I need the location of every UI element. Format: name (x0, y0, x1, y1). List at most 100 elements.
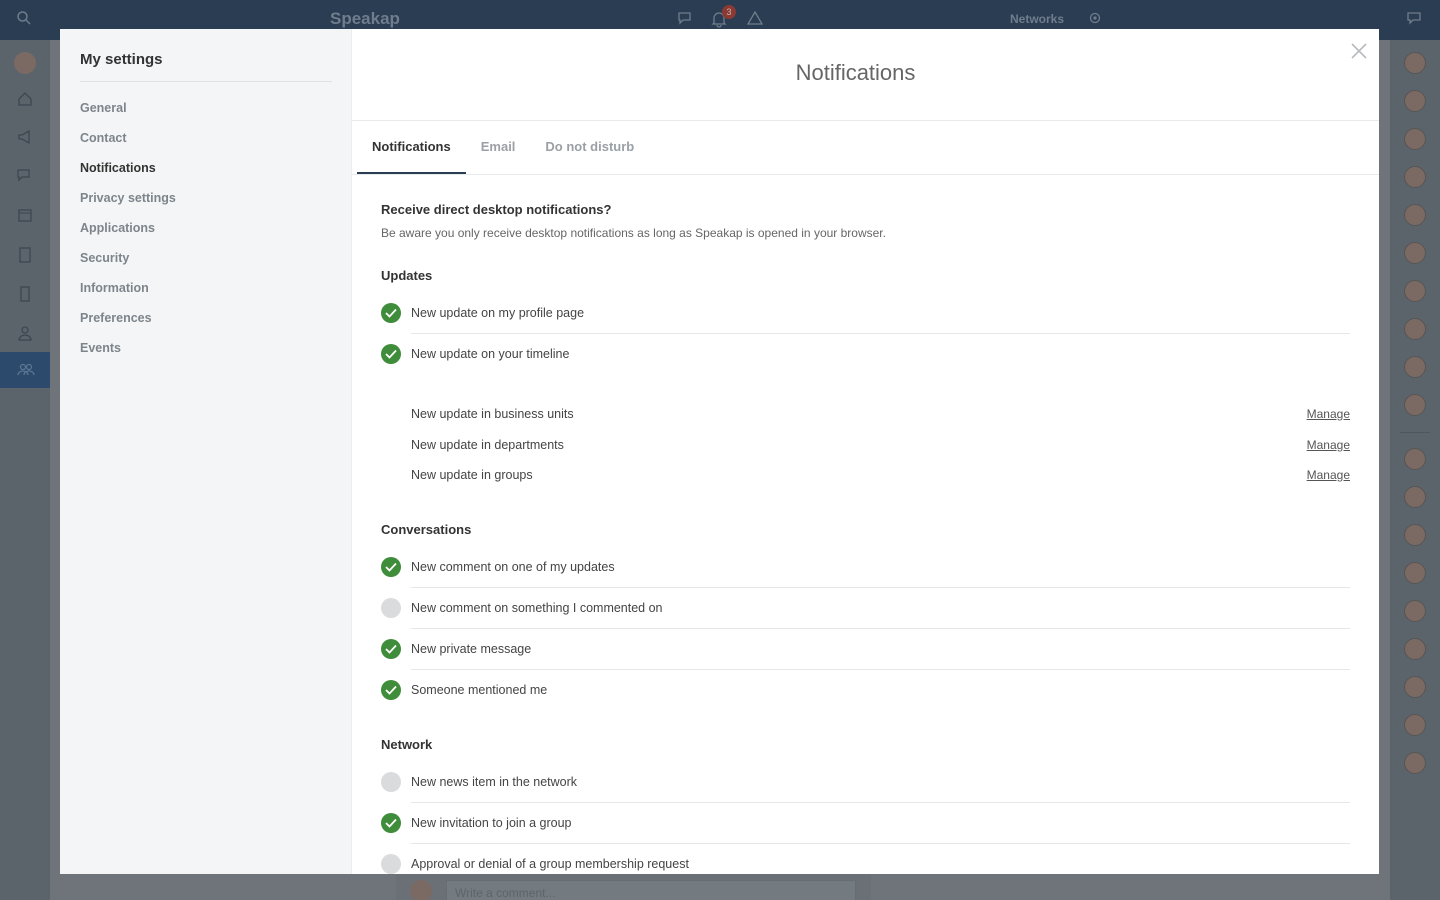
list-item: New comment on one of my updates (381, 547, 1350, 588)
option-label: New invitation to join a group (411, 816, 572, 830)
toggle-checkbox[interactable] (381, 854, 401, 874)
nav-item-preferences[interactable]: Preferences (80, 310, 176, 340)
nav-item-applications[interactable]: Applications (80, 220, 176, 250)
sub-list-item: New update in groups Manage (411, 468, 1350, 488)
nav-item-contact[interactable]: Contact (80, 130, 176, 160)
settings-title: My settings (80, 51, 163, 68)
desktop-notifications-question: Receive direct desktop notifications? (381, 202, 612, 217)
nav-item-privacy-settings[interactable]: Privacy settings (80, 190, 176, 220)
search-icon[interactable] (16, 10, 34, 28)
nav-item-security[interactable]: Security (80, 250, 176, 280)
settings-nav: General Contact Notifications Privacy se… (80, 100, 176, 370)
online-users-rail (1390, 40, 1440, 900)
avatar[interactable] (1404, 638, 1426, 660)
warning-icon[interactable] (746, 10, 764, 28)
toggle-checkbox[interactable] (381, 303, 401, 323)
calendar-icon[interactable] (16, 206, 34, 224)
settings-sidebar: My settings General Contact Notification… (60, 29, 352, 874)
avatar[interactable] (1404, 166, 1426, 188)
gear-icon[interactable] (1087, 10, 1105, 28)
option-label: New comment on one of my updates (411, 560, 615, 574)
option-label: New update in groups (411, 468, 533, 482)
option-label: New news item in the network (411, 775, 578, 789)
list-item: New comment on something I commented on (381, 588, 1350, 629)
list-item: New invitation to join a group (381, 803, 1350, 844)
option-label: New update in departments (411, 438, 564, 452)
chat-panel-icon[interactable] (1406, 10, 1424, 28)
option-label: New update on your timeline (411, 347, 570, 361)
avatar[interactable] (1404, 204, 1426, 226)
sub-list-item: New update in departments Manage (411, 438, 1350, 458)
section-heading-updates: Updates (381, 268, 433, 283)
groups-icon[interactable] (16, 361, 35, 379)
list-item: Someone mentioned me (381, 670, 1350, 711)
option-label: Approval or denial of a group membership… (411, 857, 689, 871)
avatar[interactable] (1404, 714, 1426, 736)
avatar[interactable] (1404, 90, 1426, 112)
option-label: Someone mentioned me (411, 683, 548, 697)
brand-logo[interactable]: Speakap (330, 9, 400, 29)
divider (1400, 432, 1430, 433)
manage-link[interactable]: Manage (1307, 407, 1350, 421)
person-icon[interactable] (16, 324, 34, 342)
nav-item-notifications[interactable]: Notifications (80, 160, 176, 190)
option-label: New private message (411, 642, 532, 656)
sub-list-item: New update in business units Manage (411, 407, 1350, 427)
chat-icon[interactable] (677, 10, 695, 28)
divider (80, 81, 332, 82)
background-comment-box: Write a comment... (396, 874, 871, 900)
tab-bar: Notifications Email Do not disturb (357, 121, 649, 175)
close-icon[interactable] (1349, 41, 1369, 61)
list-item: New private message (381, 629, 1350, 670)
avatar[interactable] (1404, 280, 1426, 302)
nav-item-information[interactable]: Information (80, 280, 176, 310)
user-avatar[interactable] (14, 52, 36, 74)
toggle-checkbox[interactable] (381, 598, 401, 618)
list-item: New update on your timeline (381, 334, 1350, 374)
manage-link[interactable]: Manage (1307, 438, 1350, 452)
avatar[interactable] (1404, 52, 1426, 74)
list-item: New news item in the network (381, 762, 1350, 803)
toggle-checkbox[interactable] (381, 639, 401, 659)
toggle-checkbox[interactable] (381, 680, 401, 700)
notification-count-badge: 3 (722, 5, 736, 19)
home-icon[interactable] (16, 90, 34, 108)
section-heading-conversations: Conversations (381, 522, 472, 537)
conversations-icon[interactable] (16, 166, 34, 184)
avatar[interactable] (1404, 318, 1426, 340)
avatar[interactable] (1404, 448, 1426, 470)
tab-notifications[interactable]: Notifications (357, 121, 466, 175)
avatar[interactable] (1404, 128, 1426, 150)
toggle-checkbox[interactable] (381, 772, 401, 792)
document-icon[interactable] (16, 246, 34, 264)
avatar[interactable] (1404, 524, 1426, 546)
tab-do-not-disturb[interactable]: Do not disturb (530, 121, 649, 175)
comment-input[interactable]: Write a comment... (446, 880, 856, 900)
nav-item-general[interactable]: General (80, 100, 176, 130)
megaphone-icon[interactable] (16, 128, 34, 146)
avatar[interactable] (1404, 676, 1426, 698)
tab-email[interactable]: Email (466, 121, 531, 175)
avatar[interactable] (1404, 486, 1426, 508)
avatar[interactable] (1404, 562, 1426, 584)
avatar[interactable] (1404, 600, 1426, 622)
toggle-checkbox[interactable] (381, 813, 401, 833)
toggle-checkbox[interactable] (381, 557, 401, 577)
option-label: New update in business units (411, 407, 574, 421)
list-item: Approval or denial of a group membership… (381, 844, 1350, 874)
list-item: New update on my profile page (381, 293, 1350, 334)
option-label: New comment on something I commented on (411, 601, 663, 615)
avatar[interactable] (1404, 752, 1426, 774)
networks-link[interactable]: Networks (1010, 12, 1064, 26)
avatar[interactable] (1404, 356, 1426, 378)
manage-link[interactable]: Manage (1307, 468, 1350, 482)
settings-main-panel: Notifications Notifications Email Do not… (352, 29, 1379, 874)
avatar[interactable] (1404, 394, 1426, 416)
option-label: New update on my profile page (411, 306, 585, 320)
app-left-rail (0, 40, 50, 900)
avatar (410, 880, 432, 900)
nav-item-events[interactable]: Events (80, 340, 176, 370)
building-icon[interactable] (16, 285, 34, 303)
toggle-checkbox[interactable] (381, 344, 401, 364)
avatar[interactable] (1404, 242, 1426, 264)
